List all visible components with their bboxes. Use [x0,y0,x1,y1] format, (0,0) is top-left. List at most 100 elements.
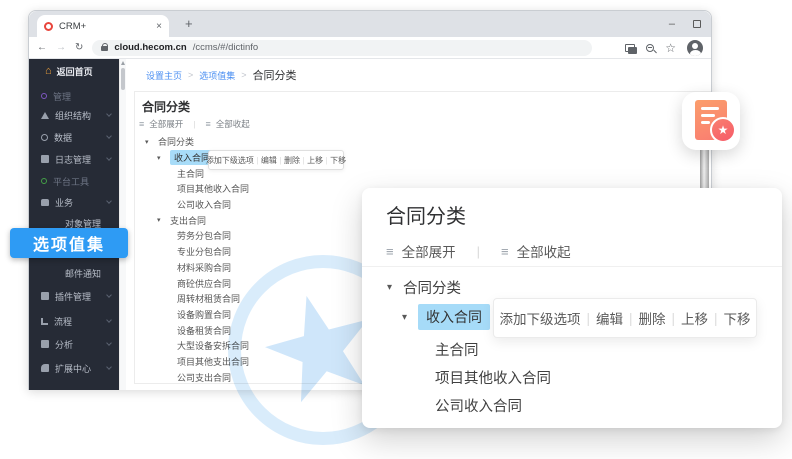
tree-node[interactable]: 项目其他收入合同 [435,364,551,390]
extension-icon [41,364,49,372]
tree-node-label: 主合同 [435,339,479,360]
sidebar-item-flow[interactable]: 流程 [29,312,119,330]
action-move-down[interactable]: 下移 [330,155,346,166]
url-path: /ccms/#/dictinfo [193,42,258,53]
tree-node-label: 周转材租赁合同 [177,292,240,305]
bookmark-star-icon[interactable]: ☆ [665,42,676,54]
collapse-all-icon: ≡ [206,120,211,129]
page: CRM+ × + – ← → ↻ cloud.hecom.cn/ccms/#/d… [0,0,792,459]
sidebar-item-logs[interactable]: 日志管理 [29,150,119,168]
action-edit[interactable]: 编辑 [596,308,623,328]
separator: | [714,311,718,326]
chevron-down-icon [106,198,112,204]
window-controls: – [669,11,701,37]
panel-title: 合同分类 [386,200,466,229]
address-input[interactable]: cloud.hecom.cn/ccms/#/dictinfo [92,40,592,56]
collapse-all-button[interactable]: 全部收起 [216,118,250,130]
action-add-child[interactable]: 添加下级选项 [499,308,580,328]
page-title: 合同分类 [142,98,190,115]
sidebar-item-home[interactable]: ⌂ 返回首页 [29,62,119,80]
chevron-down-icon [106,155,112,161]
breadcrumb-link[interactable]: 选项值集 [199,69,235,82]
action-edit[interactable]: 编辑 [261,155,277,166]
tree-toolbar: ≡ 全部展开 | ≡ 全部收起 [139,118,250,130]
tree-node-label: 项目其他收入合同 [177,182,249,195]
plugin-icon [41,292,49,300]
sidebar-item-mail-notify[interactable]: 邮件通知 [29,264,119,282]
sidebar-item-analysis[interactable]: 分析 [29,335,119,353]
caret-down-icon[interactable]: ▾ [387,282,403,293]
breadcrumb-current: 合同分类 [253,67,297,83]
caret-down-icon[interactable]: ▾ [157,216,170,224]
tree-node-label: 材料采购合同 [177,261,231,274]
zoom-out-icon[interactable] [646,44,654,52]
tree-node-label: 商砼供应合同 [177,277,231,290]
sidebar-item-data[interactable]: 数据 [29,128,119,146]
chevron-down-icon [106,340,112,346]
lock-icon [101,46,108,51]
expand-all-button[interactable]: 全部展开 [402,241,456,261]
divider: | [193,119,195,129]
tree-node-label: 支出合同 [170,214,206,227]
action-add-child[interactable]: 添加下级选项 [206,155,254,166]
tree-node[interactable]: 主合同 [435,336,479,362]
scrollbar[interactable] [119,59,126,390]
log-icon [41,155,49,163]
tree-node-label: 主合同 [177,167,204,180]
sidebar-item-extension-center[interactable]: 扩展中心 [29,359,119,377]
chevron-down-icon [106,317,112,323]
home-icon: ⌂ [45,66,52,76]
tree-node[interactable]: ▾ 合同分类 [387,274,461,300]
chevron-down-icon [106,133,112,139]
expand-all-icon: ≡ [386,247,394,256]
expand-all-icon: ≡ [139,120,144,129]
chevron-down-icon [106,364,112,370]
separator: | [303,156,305,165]
caret-down-icon[interactable]: ▾ [402,312,418,323]
divider-line [362,266,782,267]
breadcrumb-link[interactable]: 设置主页 [146,69,182,82]
url-host: cloud.hecom.cn [114,42,186,53]
reload-icon[interactable]: ↻ [75,42,83,53]
scrollbar-thumb[interactable] [121,68,125,90]
sidebar-section-platform-tools: 平台工具 [29,172,119,190]
tree-node[interactable]: 公司收入合同 [435,392,522,418]
caret-down-icon[interactable]: ▾ [157,154,170,162]
separator: | [279,156,281,165]
maximize-button[interactable] [693,15,701,33]
back-icon[interactable]: ← [37,42,47,53]
browser-tab[interactable]: CRM+ × [37,15,169,37]
tree-node[interactable]: ▾合同分类 [135,134,711,150]
expand-all-button[interactable]: 全部展开 [149,118,183,130]
option-set-callout[interactable]: 选项值集 [10,228,128,258]
tree-node-label: 项目其他收入合同 [435,367,551,388]
scroll-up-icon[interactable] [121,61,125,65]
new-tab-button[interactable]: + [179,14,199,33]
forward-icon[interactable]: → [56,42,66,53]
caret-down-icon[interactable]: ▾ [145,138,158,146]
action-move-up[interactable]: 上移 [681,308,708,328]
panel-toolbar: ≡ 全部展开 | ≡ 全部收起 [386,241,571,261]
media-icon[interactable] [625,44,635,52]
zoom-panel: 合同分类 ≡ 全部展开 | ≡ 全部收起 ▾ 合同分类 ▾ 收入合同 添加下级选… [362,188,782,428]
flow-icon [41,318,48,325]
node-actions-popup: 添加下级选项|编辑|删除|上移|下移 [208,150,344,170]
maximize-icon [693,20,701,28]
collapse-all-icon: ≡ [501,247,509,256]
collapse-all-button[interactable]: 全部收起 [517,241,571,261]
profile-avatar[interactable] [687,40,703,56]
tree-node-label: 合同分类 [403,277,461,298]
sidebar-item-org[interactable]: 组织结构 [29,106,119,124]
clock-icon [41,134,48,141]
action-move-down[interactable]: 下移 [724,308,751,328]
circle-icon [41,93,47,99]
org-chart-icon [41,112,49,119]
sidebar-item-business[interactable]: 业务 [29,193,119,211]
sidebar-item-plugins[interactable]: 插件管理 [29,287,119,305]
tab-close-icon[interactable]: × [156,21,162,32]
action-move-up[interactable]: 上移 [307,155,323,166]
minimize-button[interactable]: – [669,19,675,29]
action-delete[interactable]: 删除 [284,155,300,166]
action-delete[interactable]: 删除 [639,308,666,328]
tree-node-selected[interactable]: ▾ 收入合同 [402,302,490,332]
